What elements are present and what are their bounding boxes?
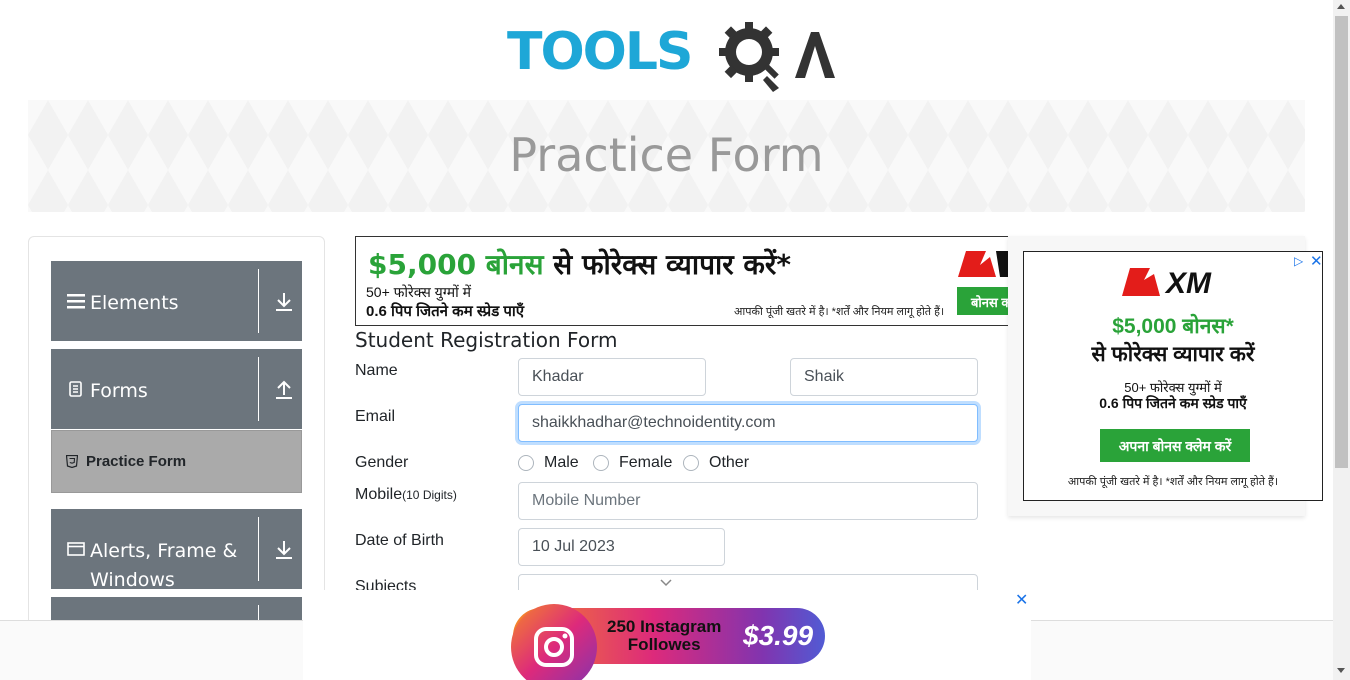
- mobile-label: Mobile(10 Digits): [355, 486, 457, 504]
- vertical-scrollbar[interactable]: [1333, 0, 1350, 680]
- upload-arrow-icon: [276, 380, 292, 399]
- ad-disclaimer: आपकी पूंजी खतरे में है। *शर्तें और नियम …: [734, 306, 945, 318]
- gear-q-icon: [719, 22, 835, 92]
- radio-label: Male: [544, 454, 579, 471]
- ad-close-icon[interactable]: ✕: [1310, 252, 1323, 270]
- download-arrow-icon: [276, 293, 292, 311]
- sidebar: Elements Forms Practice Form Alerts, Fra…: [28, 236, 325, 656]
- date-of-birth-input[interactable]: 10 Jul 2023: [518, 528, 725, 566]
- sidebar-item-label: Practice Form: [86, 453, 187, 470]
- xm-logo-icon: [958, 251, 1014, 277]
- radio-circle[interactable]: [593, 455, 609, 471]
- radio-label: Female: [619, 454, 673, 471]
- page: TOOLS Practice Form Elements Forms Pract…: [0, 0, 1350, 680]
- divider: [258, 269, 259, 333]
- ad-text-line-2: Followes: [627, 635, 701, 654]
- gender-radio-female[interactable]: Female: [593, 454, 672, 472]
- instagram-ad-pill[interactable]: 250 Instagram Followes $3.99: [511, 604, 825, 680]
- sidebar-item-practice-form[interactable]: Practice Form: [51, 430, 302, 493]
- email-input[interactable]: shaikkhadhar@technoidentity.com: [518, 404, 978, 442]
- instagram-icon: [511, 604, 597, 680]
- page-banner: Practice Form: [28, 100, 1305, 212]
- chevron-down-icon: [660, 579, 672, 587]
- ad-line-2: 0.6 पिप जितने कम स्प्रेड पाएँ: [1099, 395, 1247, 411]
- top-ad-banner[interactable]: $5,000 बोनस से फोरेक्स व्यापार करें* 50+…: [355, 236, 1030, 326]
- scrollbar-thumb[interactable]: [1335, 16, 1348, 468]
- dob-label: Date of Birth: [355, 532, 444, 549]
- sidebar-group-elements[interactable]: Elements: [51, 261, 302, 341]
- toolsqa-logo[interactable]: TOOLS: [505, 14, 835, 94]
- html5-icon: [66, 455, 78, 468]
- window-icon: [67, 542, 85, 556]
- ad-line-1: 50+ फोरेक्स युग्मों में: [366, 284, 471, 300]
- download-arrow-icon: [276, 541, 292, 559]
- scroll-down-arrow-icon[interactable]: [1337, 668, 1345, 673]
- ad-headline: $5,000 बोनस से फोरेक्स व्यापार करें*: [368, 245, 791, 283]
- gender-label: Gender: [355, 454, 409, 471]
- logo-text: TOOLS: [507, 22, 693, 82]
- ad-text-line-1: 250 Instagram: [607, 617, 722, 636]
- last-name-input[interactable]: Shaik: [790, 358, 978, 396]
- ad-headline-text: से फोरेक्स व्यापार करें*: [543, 248, 792, 281]
- instagram-glyph-icon: [534, 627, 574, 667]
- email-label: Email: [355, 408, 396, 425]
- ad-disclaimer: आपकी पूंजी खतरे में है। *शर्तें और नियम …: [1067, 476, 1279, 488]
- right-ad[interactable]: ▷ ✕ XM $5,000 बोनस* से फोरेक्स व्यापार क…: [1023, 251, 1323, 501]
- xm-logo-icon: XM: [1122, 267, 1212, 298]
- scroll-up-arrow-icon[interactable]: [1337, 4, 1345, 9]
- radio-circle[interactable]: [518, 455, 534, 471]
- sidebar-group-forms[interactable]: Forms: [51, 349, 302, 429]
- page-title: Practice Form: [509, 128, 824, 182]
- adchoices-icon[interactable]: ▷: [1294, 254, 1303, 268]
- mobile-label-text: Mobile: [355, 486, 403, 503]
- name-label: Name: [355, 362, 398, 379]
- xm-logo-text: XM: [1164, 267, 1212, 298]
- radio-circle[interactable]: [683, 455, 699, 471]
- form-title: Student Registration Form: [355, 328, 618, 352]
- ad-amount: $5,000 बोनस*: [1112, 315, 1234, 338]
- ad-headline: से फोरेक्स व्यापार करें: [1091, 343, 1255, 366]
- mobile-input[interactable]: Mobile Number: [518, 482, 978, 520]
- divider: [258, 357, 259, 421]
- ad-close-icon[interactable]: ✕: [1015, 590, 1028, 610]
- document-icon: [69, 381, 82, 397]
- first-name-input[interactable]: Khadar: [518, 358, 706, 396]
- sidebar-group-label: Forms: [90, 380, 148, 402]
- ad-line-2: 0.6 पिप जितने कम स्प्रेड पाएँ: [366, 303, 525, 320]
- radio-label: Other: [709, 454, 750, 471]
- bottom-ad[interactable]: ✕ 250 Instagram Followes $3.99: [303, 590, 1031, 680]
- sidebar-group-alerts[interactable]: Alerts, Frame & Windows: [51, 509, 302, 591]
- ad-claim-button[interactable]: अपना बोनस क्लेम करें: [1100, 429, 1250, 462]
- sidebar-group-label: Alerts, Frame & Windows: [90, 540, 238, 591]
- ad-amount: $5,000 बोनस: [368, 248, 544, 281]
- gender-radio-other[interactable]: Other: [683, 454, 749, 472]
- mobile-hint: (10 Digits): [402, 488, 457, 502]
- sidebar-group-label: Elements: [90, 292, 179, 314]
- gender-radio-male[interactable]: Male: [518, 454, 579, 472]
- divider: [258, 517, 259, 581]
- ad-price: $3.99: [743, 620, 814, 651]
- hamburger-icon: [67, 294, 85, 309]
- ad-text: 250 Instagram Followes: [607, 618, 721, 654]
